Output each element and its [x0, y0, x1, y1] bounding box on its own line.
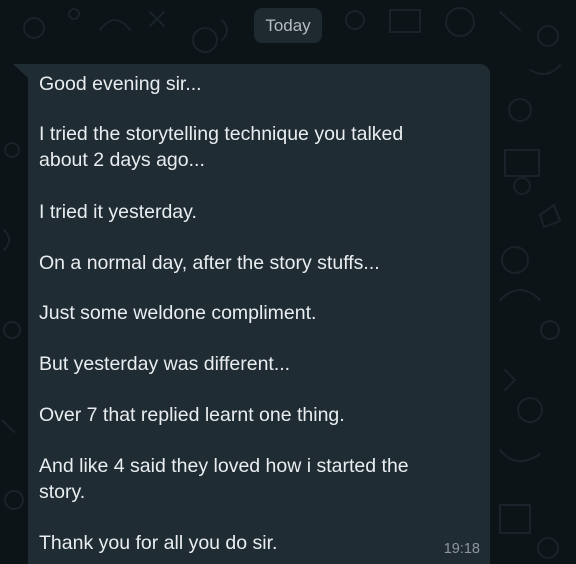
date-separator-chip: Today [254, 8, 322, 43]
message-paragraph: I tried it yesterday. [39, 201, 197, 223]
message-paragraph: Over 7 that replied learnt one thing. [39, 404, 345, 426]
message-paragraph: But yesterday was different... [39, 353, 291, 375]
message-paragraph: Good evening sir... [39, 73, 202, 95]
date-label: Today [265, 16, 311, 35]
message-paragraph: On a normal day, after the story stuffs.… [39, 252, 380, 274]
incoming-message-bubble[interactable]: Good evening sir... I tried the storytel… [28, 64, 490, 564]
message-timestamp: 19:18 [443, 541, 480, 557]
message-paragraph: And like 4 said they loved how i started… [39, 455, 409, 503]
message-paragraph: Just some weldone compliment. [39, 302, 317, 324]
message-paragraph: I tried the storytelling technique you t… [39, 123, 404, 171]
message-bubble-tail [13, 64, 28, 78]
message-paragraph: Thank you for all you do sir. [39, 532, 278, 554]
